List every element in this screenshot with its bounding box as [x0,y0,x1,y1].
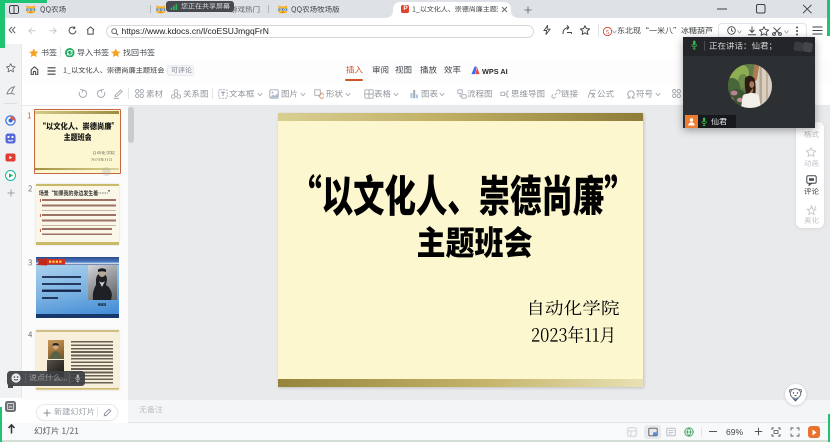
svg-text:5: 5 [606,28,609,35]
